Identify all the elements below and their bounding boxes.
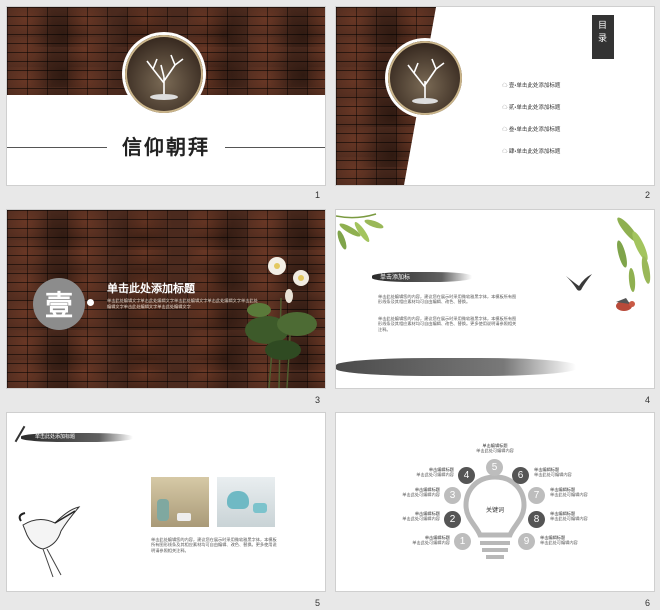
crane-bird-image bbox=[18, 506, 81, 578]
swirl-icon: ☁ bbox=[502, 83, 509, 89]
slide-number-4: 4 bbox=[645, 395, 651, 405]
node-sub: 单击此处可编辑内容 bbox=[412, 540, 450, 546]
section-body: 单击此处编辑文字单击此处编辑文字单击此处编辑文字单击此处编辑文字单击此处编辑文字… bbox=[107, 298, 258, 309]
slide-thumbnail-5[interactable]: 单击此处添加标题 单击此处编辑您的内容，建议您在展示时采用微软雅黑字体，本模板所… bbox=[7, 413, 325, 591]
node-sub: 单击此处可编辑内容 bbox=[550, 516, 588, 522]
swirl-icon: ☁ bbox=[502, 127, 509, 133]
swirl-icon: ☁ bbox=[502, 149, 509, 155]
toc-item-label: 肆•单击此处添加标题 bbox=[508, 149, 561, 155]
toc-item-1[interactable]: ☁ 壹•单击此处添加标题 bbox=[502, 81, 560, 89]
cup-icon bbox=[177, 513, 191, 521]
badge-dot bbox=[87, 299, 94, 306]
step-circle-1[interactable]: 1 bbox=[454, 533, 471, 550]
white-tree-icon bbox=[407, 58, 445, 104]
node-label-8: 单击编辑标题 单击此处可编辑内容 bbox=[550, 511, 600, 522]
node-sub: 单击此处可编辑内容 bbox=[402, 516, 440, 522]
slide-thumbnail-4[interactable]: 单击添加标 单击此处编辑您的内容，建议您在展示时采用微软雅黑字体，本模板所有图形… bbox=[336, 210, 654, 388]
circle-photo-frame bbox=[388, 41, 462, 115]
step-circle-5[interactable]: 5 bbox=[486, 459, 503, 476]
node-sub: 单击此处可编辑内容 bbox=[540, 540, 578, 546]
step-circle-9[interactable]: 9 bbox=[518, 533, 535, 550]
node-sub: 单击此处可编辑内容 bbox=[550, 492, 588, 498]
title-line-left bbox=[7, 147, 107, 148]
step-circle-4[interactable]: 4 bbox=[458, 467, 475, 484]
slide-number-6: 6 bbox=[645, 598, 651, 608]
title-line-right bbox=[225, 147, 325, 148]
node-label-1: 单击编辑标题 单击此处可编辑内容 bbox=[408, 535, 450, 546]
lightbulb-icon bbox=[463, 474, 527, 559]
photo-teapot bbox=[217, 477, 275, 527]
center-keyword: 关键词 bbox=[485, 508, 504, 514]
bamboo-leaves-left-image bbox=[336, 213, 384, 250]
red-bird-icon bbox=[616, 298, 635, 311]
teapot-icon bbox=[227, 491, 249, 509]
vase-icon bbox=[157, 499, 169, 521]
toc-item-label: 贰•单击此处添加标题 bbox=[508, 105, 561, 111]
slide-number-3: 3 bbox=[315, 395, 321, 405]
node-sub: 单击此处可编辑内容 bbox=[416, 472, 454, 478]
step-circle-3[interactable]: 3 bbox=[444, 487, 461, 504]
section-heading: 单击此处添加标题 bbox=[107, 283, 195, 295]
toc-item-3[interactable]: ☁ 叁•单击此处添加标题 bbox=[502, 125, 560, 133]
slide-thumbnail-2[interactable]: 目录 ☁ 壹•单击此处添加标题 ☁ 贰•单击此处添加标题 ☁ 叁•单击此处添加标… bbox=[336, 7, 654, 185]
swallow-bird-icon bbox=[566, 274, 592, 291]
slide-number-2: 2 bbox=[645, 190, 651, 200]
section-tag: 单击此处添加标题 bbox=[35, 434, 76, 440]
step-circle-2[interactable]: 2 bbox=[444, 511, 461, 528]
node-label-6: 单击编辑标题 单击此处可编辑内容 bbox=[534, 467, 584, 478]
node-sub: 单击此处可编辑内容 bbox=[476, 448, 514, 454]
lotus-plant-image bbox=[245, 257, 317, 388]
node-label-2: 单击编辑标题 单击此处可编辑内容 bbox=[394, 511, 440, 522]
teacup-icon bbox=[253, 503, 267, 513]
toc-item-label: 叁•单击此处添加标题 bbox=[508, 127, 561, 133]
ink-wash-stroke bbox=[336, 358, 576, 376]
white-tree-icon bbox=[146, 54, 184, 100]
section-badge: 壹 bbox=[44, 291, 73, 322]
node-sub: 单击此处可编辑内容 bbox=[534, 472, 572, 478]
step-circle-7[interactable]: 7 bbox=[528, 487, 545, 504]
toc-title: 目录 bbox=[598, 20, 608, 43]
bamboo-leaves-right-image bbox=[617, 217, 651, 292]
swirl-icon: ☁ bbox=[502, 105, 509, 111]
slide-thumbnail-1[interactable]: 信仰朝拜 bbox=[7, 7, 325, 185]
node-sub: 单击此处可编辑内容 bbox=[402, 492, 440, 498]
node-label-7: 单击编辑标题 单击此处可编辑内容 bbox=[550, 487, 600, 498]
circle-photo-frame bbox=[125, 35, 203, 113]
slide-number-5: 5 bbox=[315, 598, 321, 608]
node-label-5: 单击编辑标题 单击此处可编辑内容 bbox=[470, 443, 520, 454]
section-tag: 单击添加标 bbox=[380, 275, 411, 281]
slide-thumbnail-3[interactable]: 壹 单击此处添加标题 单击此处编辑文字单击此处编辑文字单击此处编辑文字单击此处编… bbox=[7, 210, 325, 388]
paragraph-1: 单击此处编辑您的内容，建议您在展示时采用微软雅黑字体，本模板所有图形线条及其相应… bbox=[378, 294, 517, 305]
photo-flowers bbox=[151, 477, 209, 527]
step-circle-8[interactable]: 8 bbox=[528, 511, 545, 528]
toc-item-4[interactable]: ☁ 肆•单击此处添加标题 bbox=[502, 147, 560, 155]
step-circle-6[interactable]: 6 bbox=[512, 467, 529, 484]
toc-item-label: 壹•单击此处添加标题 bbox=[508, 83, 561, 89]
paragraph-2: 单击此处编辑您的内容，建议您在展示时采用微软雅黑字体，本模板所有图形线条及其相应… bbox=[378, 316, 517, 332]
node-label-3: 单击编辑标题 单击此处可编辑内容 bbox=[394, 487, 440, 498]
node-label-4: 单击编辑标题 单击此处可编辑内容 bbox=[406, 467, 454, 478]
slide-thumbnail-6[interactable]: 关键词 1 2 3 4 5 6 7 8 9 单击编辑标题 单击此处可编辑内容 单击… bbox=[336, 413, 654, 591]
slide-title: 信仰朝拜 bbox=[122, 137, 210, 159]
paragraph-body: 单击此处编辑您的内容，建议您在展示时采用微软雅黑字体，本模板所有图形线条及其相应… bbox=[151, 537, 277, 553]
toc-item-2[interactable]: ☁ 贰•单击此处添加标题 bbox=[502, 103, 560, 111]
slide-number-1: 1 bbox=[315, 190, 321, 200]
node-label-9: 单击编辑标题 单击此处可编辑内容 bbox=[540, 535, 590, 546]
